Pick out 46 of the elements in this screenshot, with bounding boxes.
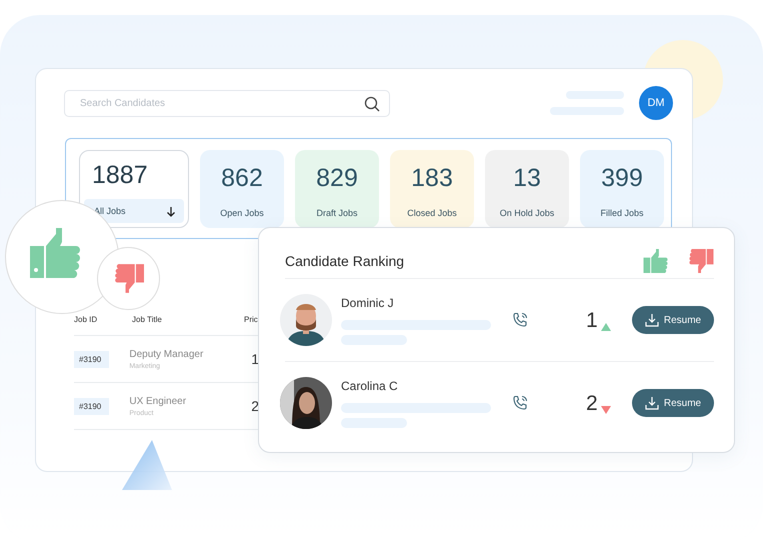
stat-card[interactable]: 183 Closed Jobs xyxy=(390,150,474,228)
search-icon xyxy=(364,96,380,112)
column-header: Pric xyxy=(244,315,258,326)
stat-count: 13 xyxy=(513,164,541,193)
stat-count: 829 xyxy=(316,164,358,193)
job-title: Deputy Manager xyxy=(129,348,204,360)
job-id-tag: #3190 xyxy=(74,350,110,368)
phone-icon[interactable] xyxy=(512,395,528,411)
arrow-down-icon xyxy=(166,206,176,216)
rank-number: 1 xyxy=(586,310,598,330)
triangle-down-icon xyxy=(600,406,611,414)
stat-label: Closed Jobs xyxy=(407,208,457,218)
candidate-name: Carolina C xyxy=(341,378,399,392)
thumbs-down-icon[interactable] xyxy=(688,249,714,273)
stat-label: On Hold Jobs xyxy=(500,208,554,218)
stat-label: Draft Jobs xyxy=(316,208,358,218)
user-avatar[interactable]: DM xyxy=(639,86,673,120)
column-header: Job ID xyxy=(74,315,98,326)
stat-count: 1887 xyxy=(91,161,149,190)
stat-card[interactable]: 13 On Hold Jobs xyxy=(485,150,569,228)
candidate-name: Dominic J xyxy=(341,296,395,310)
thumbs-down-icon xyxy=(114,264,144,293)
stat-card[interactable]: 862 Open Jobs xyxy=(200,150,284,228)
stat-card[interactable]: 399 Filled Jobs xyxy=(580,150,664,228)
rank-number: 2 xyxy=(586,392,598,414)
stat-count: 183 xyxy=(411,164,453,193)
stat-count: 862 xyxy=(221,164,263,193)
table-cell: 2 xyxy=(251,398,259,414)
thumbs-up-icon[interactable] xyxy=(643,249,669,273)
table-cell: 1 xyxy=(251,351,259,367)
column-header: Job Title xyxy=(132,315,163,326)
resume-button[interactable]: Resume xyxy=(632,389,714,417)
stat-label: Open Jobs xyxy=(220,208,264,218)
download-icon xyxy=(644,396,659,410)
search-field[interactable]: Search Candidates xyxy=(64,90,390,116)
phone-icon[interactable] xyxy=(512,312,528,328)
resume-button[interactable]: Resume xyxy=(632,306,714,334)
download-icon xyxy=(644,313,659,327)
stat-label: Filled Jobs xyxy=(600,208,644,218)
thumbs-up-icon xyxy=(30,228,82,278)
triangle-up-icon xyxy=(600,322,611,330)
stat-card[interactable]: 829 Draft Jobs xyxy=(295,150,379,228)
stat-count: 399 xyxy=(601,164,643,193)
job-title: UX Engineer xyxy=(129,396,188,406)
job-id-tag: #3190 xyxy=(74,398,110,414)
card-title: Candidate Ranking xyxy=(285,253,404,269)
